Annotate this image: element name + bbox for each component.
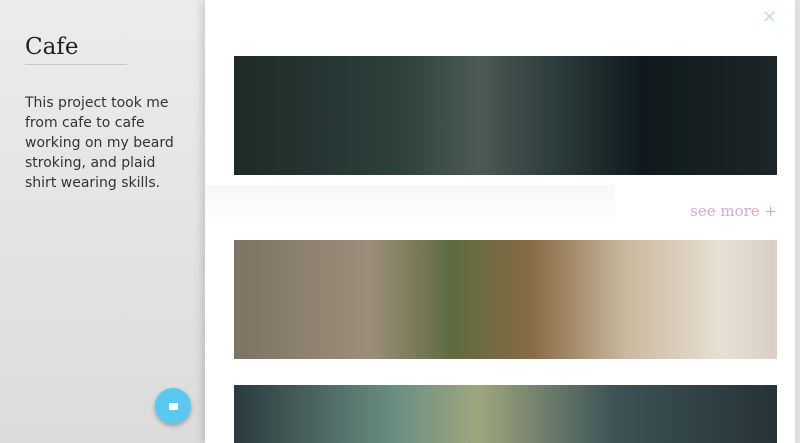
detail-panel: × see more +: [205, 0, 795, 443]
project-title: Cafe: [25, 34, 127, 65]
mail-icon: [168, 402, 178, 410]
cafe-photo-coffee: [234, 56, 777, 175]
cafe-photo-terrace: [234, 240, 777, 359]
project-description: This project took me from cafe to cafe w…: [25, 95, 174, 191]
close-icon[interactable]: ×: [762, 6, 777, 27]
mail-button[interactable]: [155, 388, 191, 424]
see-more-link[interactable]: see more +: [690, 202, 777, 220]
cafe-photo-drinks: [234, 385, 777, 443]
divider: [205, 185, 615, 225]
sidebar: Cafe This project took me from cafe to c…: [0, 0, 205, 443]
